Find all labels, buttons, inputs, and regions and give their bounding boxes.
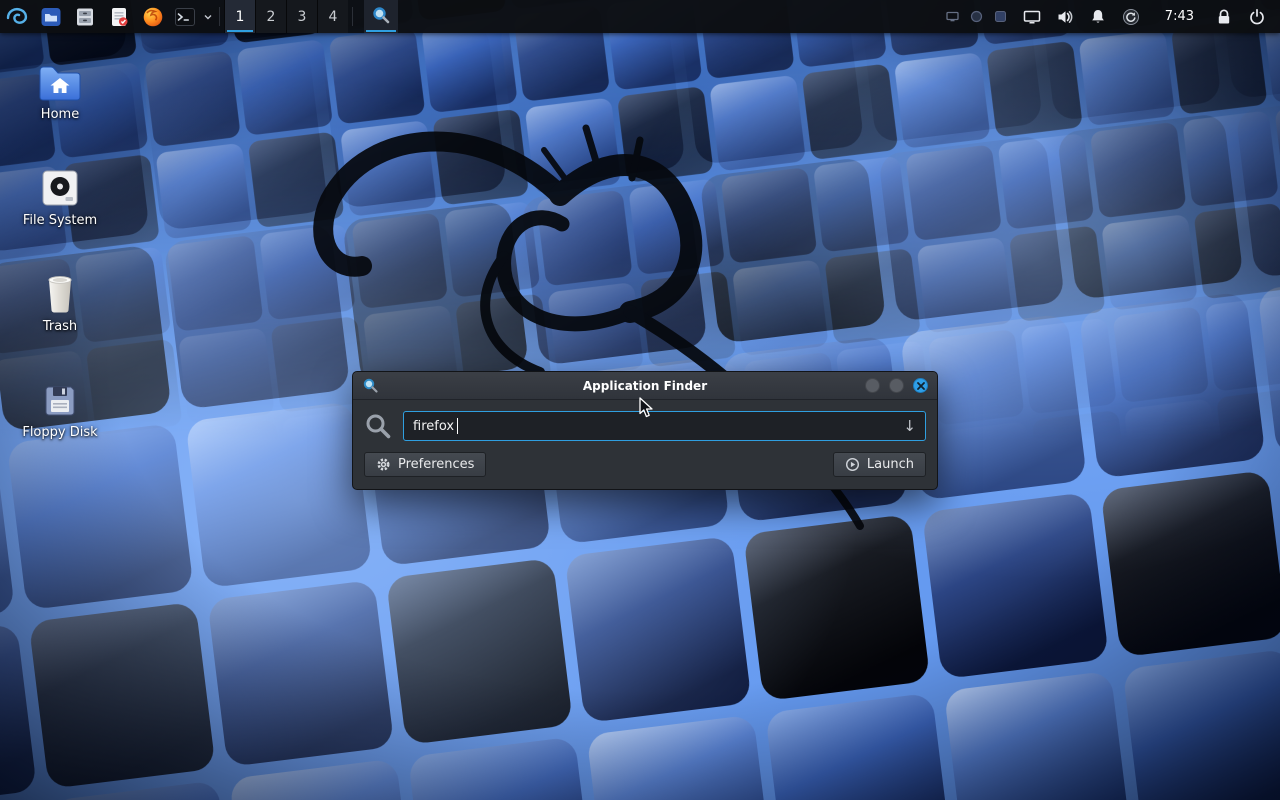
search-input[interactable]: firefox ↓ [403, 411, 926, 441]
workspace-4-label: 4 [329, 9, 338, 25]
window-titlebar[interactable]: Application Finder [353, 372, 937, 400]
systray-icon-1[interactable] [946, 10, 959, 23]
desktop-icon-label: Home [41, 107, 79, 122]
launch-icon [845, 457, 860, 472]
preferences-button[interactable]: Preferences [364, 452, 486, 477]
launcher-file-cabinet[interactable] [68, 0, 102, 33]
maximize-button[interactable] [889, 378, 904, 393]
launch-label: Launch [867, 457, 914, 472]
terminal-icon [174, 6, 196, 28]
search-input-text: firefox [413, 419, 454, 434]
workspace-2-label: 2 [267, 9, 276, 25]
text-caret [457, 418, 458, 434]
desktop-icon-trash[interactable]: Trash [10, 268, 110, 334]
systray-icon-3[interactable] [994, 10, 1007, 23]
launcher-text-editor[interactable] [102, 0, 136, 33]
launcher-firefox[interactable] [136, 0, 170, 33]
dialog-body: firefox ↓ Preferences Launch [353, 400, 937, 489]
panel-separator [219, 7, 220, 26]
panel-left: 1 2 3 4 [0, 0, 398, 33]
firefox-icon [142, 6, 164, 28]
launcher-file-manager[interactable] [34, 0, 68, 33]
desktop-icon-label: Floppy Disk [22, 425, 97, 440]
update-indicator[interactable] [1122, 8, 1140, 26]
floppy-disk-icon [41, 374, 79, 420]
window-title: Application Finder [353, 379, 937, 393]
trash-bin-icon [42, 268, 78, 314]
system-tray [946, 10, 1007, 23]
application-finder-window: Application Finder firefox ↓ [352, 371, 938, 490]
application-finder-window-icon [362, 377, 379, 394]
taskbar-application-finder-button[interactable] [364, 0, 398, 33]
desktop-icon-file-system[interactable]: File System [10, 162, 110, 228]
workspace-4[interactable]: 4 [317, 0, 348, 33]
kali-logo-icon [4, 4, 30, 30]
workspace-3-label: 3 [298, 9, 307, 25]
workspace-1[interactable]: 1 [224, 0, 255, 33]
search-icon [364, 412, 392, 440]
terminal-dropdown-chevron[interactable] [200, 0, 215, 33]
clock[interactable]: 7:43 [1155, 9, 1204, 24]
session-area [1204, 8, 1272, 26]
close-icon [917, 382, 925, 390]
minimize-button[interactable] [865, 378, 880, 393]
dropdown-arrow-icon[interactable]: ↓ [903, 419, 916, 434]
desktop-icon-floppy-disk[interactable]: Floppy Disk [10, 374, 110, 440]
desktop: 1 2 3 4 [0, 0, 1280, 800]
search-row: firefox ↓ [364, 411, 926, 441]
application-finder-icon [371, 5, 391, 29]
close-button[interactable] [913, 378, 928, 393]
text-editor-icon [108, 6, 130, 28]
workspace-1-label: 1 [236, 9, 245, 25]
workspace-2[interactable]: 2 [255, 0, 286, 33]
workspace-3[interactable]: 3 [286, 0, 317, 33]
gear-icon [376, 457, 391, 472]
launch-button[interactable]: Launch [833, 452, 926, 477]
desktop-icon-home[interactable]: Home [10, 56, 110, 122]
applications-menu-button[interactable] [0, 0, 34, 33]
window-controls [865, 378, 928, 393]
display-indicator[interactable] [1023, 8, 1041, 26]
lock-screen-button[interactable] [1216, 8, 1232, 26]
desktop-icon-label: File System [23, 213, 97, 228]
file-manager-icon [40, 6, 62, 28]
file-cabinet-icon [74, 6, 96, 28]
panel-right: 7:43 [937, 0, 1280, 33]
dialog-button-row: Preferences Launch [364, 452, 926, 477]
systray-icon-2[interactable] [970, 10, 983, 23]
file-system-drive-icon [40, 162, 80, 208]
desktop-icon-label: Trash [43, 319, 77, 334]
top-panel: 1 2 3 4 [0, 0, 1280, 33]
logout-power-button[interactable] [1248, 8, 1266, 26]
indicator-area: 7:43 [1023, 8, 1204, 26]
preferences-label: Preferences [398, 457, 474, 472]
notifications-indicator[interactable] [1089, 8, 1107, 26]
panel-separator [352, 7, 353, 26]
launcher-terminal[interactable] [170, 0, 200, 33]
volume-indicator[interactable] [1056, 8, 1074, 26]
home-folder-icon [38, 56, 82, 102]
